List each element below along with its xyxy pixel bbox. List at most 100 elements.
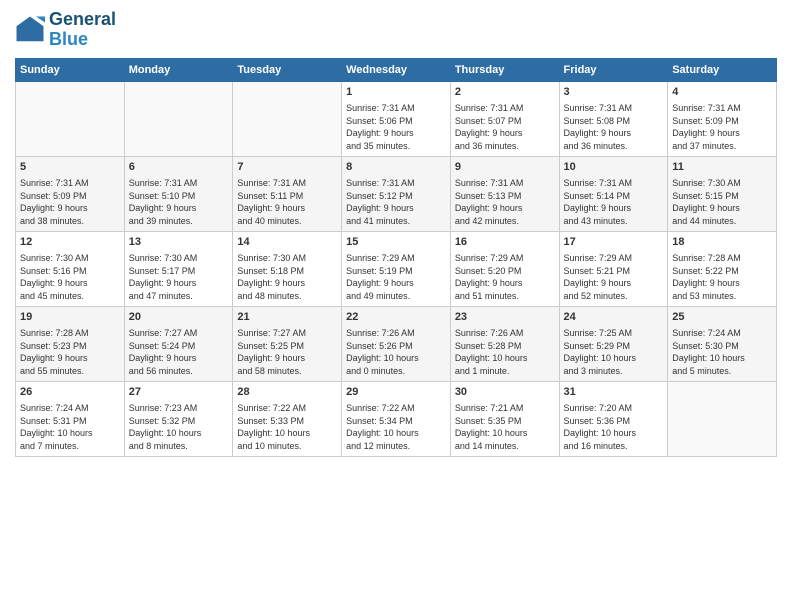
calendar-cell: 1Sunrise: 7:31 AMSunset: 5:06 PMDaylight… xyxy=(342,81,451,156)
calendar-cell: 11Sunrise: 7:30 AMSunset: 5:15 PMDayligh… xyxy=(668,156,777,231)
day-info: Daylight: 9 hours xyxy=(455,277,555,290)
calendar-cell: 24Sunrise: 7:25 AMSunset: 5:29 PMDayligh… xyxy=(559,306,668,381)
day-info: Sunrise: 7:28 AM xyxy=(20,327,120,340)
day-number: 28 xyxy=(237,385,337,400)
day-info: Daylight: 9 hours xyxy=(455,127,555,140)
day-info: and 48 minutes. xyxy=(237,290,337,303)
day-number: 22 xyxy=(346,310,446,325)
calendar-cell: 6Sunrise: 7:31 AMSunset: 5:10 PMDaylight… xyxy=(124,156,233,231)
calendar-cell: 18Sunrise: 7:28 AMSunset: 5:22 PMDayligh… xyxy=(668,231,777,306)
calendar-cell: 3Sunrise: 7:31 AMSunset: 5:08 PMDaylight… xyxy=(559,81,668,156)
day-info: and 38 minutes. xyxy=(20,215,120,228)
day-info: and 36 minutes. xyxy=(564,140,664,153)
day-info: Daylight: 9 hours xyxy=(455,202,555,215)
calendar-cell xyxy=(233,81,342,156)
day-info: Sunset: 5:21 PM xyxy=(564,265,664,278)
calendar-cell: 28Sunrise: 7:22 AMSunset: 5:33 PMDayligh… xyxy=(233,381,342,456)
day-info: Sunset: 5:33 PM xyxy=(237,415,337,428)
day-info: Sunrise: 7:29 AM xyxy=(455,252,555,265)
day-info: Daylight: 10 hours xyxy=(455,352,555,365)
calendar-cell xyxy=(16,81,125,156)
calendar-cell: 12Sunrise: 7:30 AMSunset: 5:16 PMDayligh… xyxy=(16,231,125,306)
calendar-cell: 5Sunrise: 7:31 AMSunset: 5:09 PMDaylight… xyxy=(16,156,125,231)
day-info: and 37 minutes. xyxy=(672,140,772,153)
day-number: 3 xyxy=(564,85,664,100)
day-info: Sunset: 5:11 PM xyxy=(237,190,337,203)
calendar-cell: 25Sunrise: 7:24 AMSunset: 5:30 PMDayligh… xyxy=(668,306,777,381)
day-info: Sunrise: 7:28 AM xyxy=(672,252,772,265)
day-header-wednesday: Wednesday xyxy=(342,58,451,81)
day-info: Sunrise: 7:27 AM xyxy=(129,327,229,340)
day-number: 2 xyxy=(455,85,555,100)
day-info: Sunset: 5:17 PM xyxy=(129,265,229,278)
day-info: Sunrise: 7:31 AM xyxy=(455,102,555,115)
day-info: and 16 minutes. xyxy=(564,440,664,453)
day-info: Sunset: 5:18 PM xyxy=(237,265,337,278)
week-row-1: 1 Sunrise: 7:31 AM Sunset: 5:06 PM Daylight… xyxy=(16,81,777,156)
day-info: and 5 minutes. xyxy=(672,365,772,378)
calendar-cell: 13Sunrise: 7:30 AMSunset: 5:17 PMDayligh… xyxy=(124,231,233,306)
day-info: Daylight: 10 hours xyxy=(129,427,229,440)
day-info: Sunset: 5:12 PM xyxy=(346,190,446,203)
day-info: and 43 minutes. xyxy=(564,215,664,228)
day-info: Sunset: 5:36 PM xyxy=(564,415,664,428)
day-info: Sunset: 5:10 PM xyxy=(129,190,229,203)
day-info: Sunrise: 7:23 AM xyxy=(129,402,229,415)
day-info: Daylight: 9 hours xyxy=(20,277,120,290)
day-info: and 56 minutes. xyxy=(129,365,229,378)
day-number: 13 xyxy=(129,235,229,250)
week-row-4: 19Sunrise: 7:28 AMSunset: 5:23 PMDayligh… xyxy=(16,306,777,381)
day-info: Sunrise: 7:31 AM xyxy=(346,177,446,190)
day-info: Sunset: 5:22 PM xyxy=(672,265,772,278)
day-info: Daylight: 10 hours xyxy=(672,352,772,365)
day-info: Sunrise: 7:27 AM xyxy=(237,327,337,340)
day-header-sunday: Sunday xyxy=(16,58,125,81)
day-info: Sunrise: 7:31 AM xyxy=(564,177,664,190)
calendar-cell: 14 Sunrise: 7:30 AMSunset: 5:18 PMDayligh… xyxy=(233,231,342,306)
day-info: Daylight: 9 hours xyxy=(564,202,664,215)
day-info: Daylight: 10 hours xyxy=(564,352,664,365)
day-info: Daylight: 9 hours xyxy=(672,277,772,290)
week-row-5: 26Sunrise: 7:24 AMSunset: 5:31 PMDayligh… xyxy=(16,381,777,456)
day-info: Daylight: 9 hours xyxy=(346,277,446,290)
day-info: Daylight: 9 hours xyxy=(237,277,337,290)
day-info: Daylight: 10 hours xyxy=(237,427,337,440)
day-info: Daylight: 9 hours xyxy=(129,352,229,365)
day-info: Sunrise: 7:31 AM xyxy=(455,177,555,190)
day-number: 25 xyxy=(672,310,772,325)
day-info: Sunset: 5:06 PM xyxy=(346,115,446,128)
day-number: 20 xyxy=(129,310,229,325)
day-info: and 14 minutes. xyxy=(455,440,555,453)
day-number: 27 xyxy=(129,385,229,400)
day-info: Sunrise: 7:22 AM xyxy=(346,402,446,415)
day-info: Sunset: 5:08 PM xyxy=(564,115,664,128)
day-info: and 36 minutes. xyxy=(455,140,555,153)
calendar-cell: 2 Sunrise: 7:31 AMSunset: 5:07 PMDaylight… xyxy=(450,81,559,156)
day-number: 31 xyxy=(564,385,664,400)
calendar-cell: 7Sunrise: 7:31 AMSunset: 5:11 PMDaylight… xyxy=(233,156,342,231)
calendar-cell xyxy=(668,381,777,456)
day-info: and 7 minutes. xyxy=(20,440,120,453)
day-number: 10 xyxy=(564,160,664,175)
day-number: 8 xyxy=(346,160,446,175)
day-info: Sunset: 5:29 PM xyxy=(564,340,664,353)
day-number: 14 xyxy=(237,235,337,250)
calendar-cell: 20Sunrise: 7:27 AMSunset: 5:24 PMDayligh… xyxy=(124,306,233,381)
day-info: Sunset: 5:32 PM xyxy=(129,415,229,428)
calendar-cell: 8Sunrise: 7:31 AMSunset: 5:12 PMDaylight… xyxy=(342,156,451,231)
calendar-cell: 4Sunrise: 7:31 AMSunset: 5:09 PMDaylight… xyxy=(668,81,777,156)
day-info: Daylight: 10 hours xyxy=(346,427,446,440)
day-info: and 35 minutes. xyxy=(346,140,446,153)
day-number: 23 xyxy=(455,310,555,325)
day-info: Daylight: 10 hours xyxy=(564,427,664,440)
calendar-cell: 31Sunrise: 7:20 AMSunset: 5:36 PMDayligh… xyxy=(559,381,668,456)
day-number: 1 xyxy=(346,85,446,100)
calendar-cell: 26Sunrise: 7:24 AMSunset: 5:31 PMDayligh… xyxy=(16,381,125,456)
day-info: Sunrise: 7:30 AM xyxy=(237,252,337,265)
day-header-monday: Monday xyxy=(124,58,233,81)
day-info: Sunset: 5:15 PM xyxy=(672,190,772,203)
day-header-thursday: Thursday xyxy=(450,58,559,81)
day-info: Sunset: 5:07 PM xyxy=(455,115,555,128)
day-info: Sunset: 5:16 PM xyxy=(20,265,120,278)
day-info: Sunrise: 7:31 AM xyxy=(564,102,664,115)
